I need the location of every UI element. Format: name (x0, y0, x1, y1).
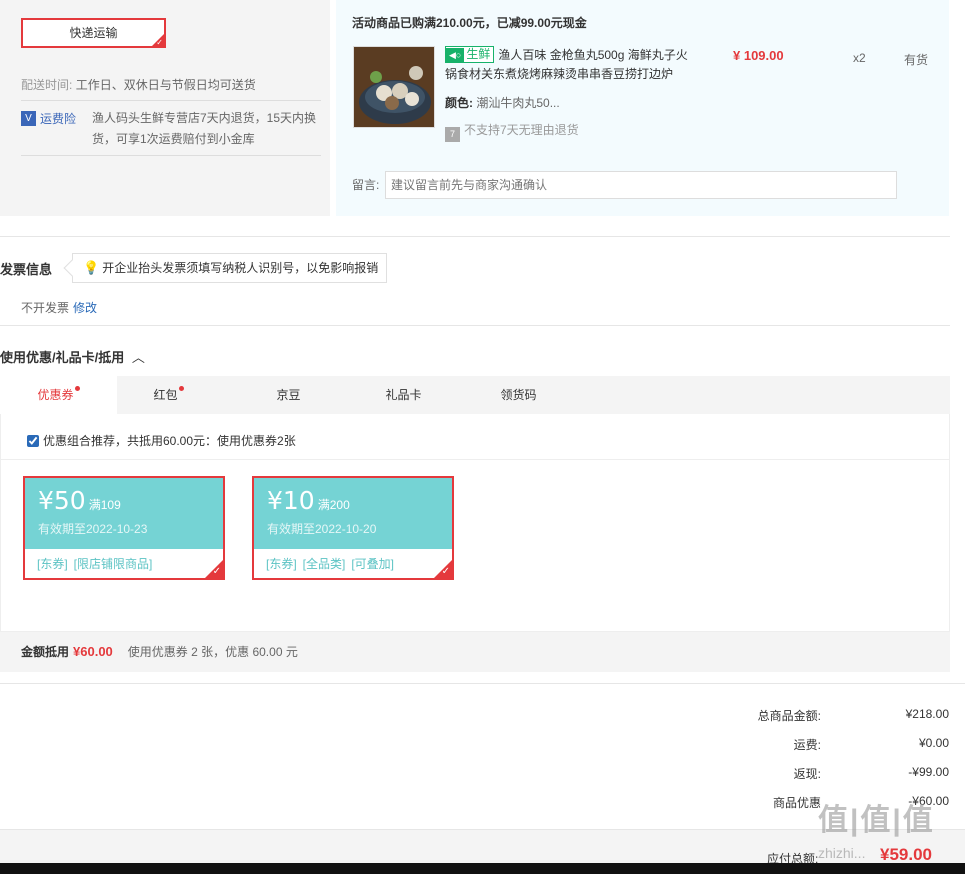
total-row-label: 运费: (793, 738, 821, 752)
bottom-edge (0, 863, 965, 874)
product-title[interactable]: ◀○ 生鲜 渔人百味 金枪鱼丸500g 海鲜丸子火锅食材关东煮烧烤麻辣烫串串香豆捞打… (445, 46, 695, 84)
total-row-label: 商品优惠 (772, 796, 821, 810)
product-section: 活动商品已购满210.00元，已减99.00元现金 ◀○ 生鲜 渔人百味 金枪鱼丸5… (336, 0, 949, 216)
message-input[interactable] (385, 171, 897, 199)
color-label: 颜色: (445, 96, 473, 110)
watermark-logo: 值|值|值 zhizhi... (818, 795, 958, 865)
total-row-value: ¥0.00 (918, 736, 949, 750)
total-row-label: 总商品金额: (757, 709, 821, 723)
product-price: ¥ 109.00 (733, 48, 784, 63)
coupon-tags: [东券] [限店铺限商品] (25, 549, 223, 572)
shipping-section: 快递运输 ✓ 配送时间: 工作日、双休日与节假日均可送货 V 运费险 渔人码头生… (0, 0, 330, 216)
insurance-name[interactable]: 运费险 (40, 110, 76, 127)
lightbulb-icon: 💡 (83, 260, 100, 275)
tab-label: 红包 (153, 388, 178, 402)
tab-label: 京豆 (276, 388, 301, 402)
shipping-method-button[interactable]: 快递运输 ✓ (21, 18, 166, 48)
coupon-tag: [东券] (37, 557, 68, 571)
product-image[interactable] (353, 46, 435, 128)
product-quantity: x2 (853, 51, 866, 65)
notification-dot (74, 386, 80, 391)
tooltip-arrow (63, 259, 81, 277)
tab-jd-beans[interactable]: 京豆 (230, 376, 347, 414)
fresh-tag: ◀○ 生鲜 (445, 46, 495, 63)
tab-coupon[interactable]: 优惠券 (0, 376, 117, 414)
tab-label: 领货码 (500, 388, 537, 402)
invoice-value-text: 不开发票 (21, 301, 70, 315)
no-return-notice: 7 不支持7天无理由退货 (445, 121, 579, 142)
coupon-amount: ¥50 (38, 486, 86, 515)
delivery-time-value: 工作日、双休日与节假日均可送货 (75, 78, 256, 92)
coupon-section-title-text: 使用优惠/礼品卡/抵用 (0, 350, 125, 365)
fish-icon: ◀○ (446, 48, 465, 62)
coupon-amount: ¥10 (267, 486, 315, 515)
tab-label: 优惠券 (37, 388, 74, 402)
divider (1, 459, 949, 460)
total-row-value: -¥99.00 (908, 765, 949, 779)
divider (0, 325, 950, 326)
coupon-summary-desc: 使用优惠券 2 张，优惠 60.00 元 (127, 645, 298, 659)
coupon-expiry: 有效期至2022-10-20 (267, 522, 377, 536)
tab-red-packet[interactable]: 红包 (110, 376, 227, 414)
checkmark-icon: ✓ (441, 566, 450, 577)
color-value: 潮汕牛肉丸50... (476, 96, 560, 110)
watermark-text: 值|值|值 (818, 804, 935, 837)
promo-text: 活动商品已购满210.00元，已减99.00元现金 (352, 16, 587, 30)
divider (21, 155, 321, 156)
coupon-head: ¥50 满109 有效期至2022-10-23 (25, 478, 223, 549)
chevron-up-icon: ︿ (131, 350, 145, 365)
invoice-tip: 💡 开企业抬头发票须填写纳税人识别号，以免影响报销 (63, 253, 387, 283)
notification-dot (178, 386, 184, 391)
total-row: 总商品金额: ¥218.00 (709, 707, 949, 727)
checkmark-icon: ✓ (156, 38, 163, 47)
tab-gift-card[interactable]: 礼品卡 (345, 376, 462, 414)
coupon-card[interactable]: ¥10 满200 有效期至2022-10-20 [东券] [全品类] [可叠加] ✓ (252, 476, 454, 580)
total-row-value: ¥218.00 (905, 707, 949, 721)
product-color: 颜色: 潮汕牛肉丸50... (445, 94, 560, 111)
divider (21, 100, 321, 101)
shipping-method-label: 快递运输 (69, 26, 118, 40)
fresh-tag-label: 生鲜 (466, 47, 491, 61)
coupon-summary-label: 金额抵用 (21, 645, 70, 659)
recommend-combo[interactable]: 优惠组合推荐，共抵用60.00元：使用优惠券2张 (27, 432, 296, 449)
delivery-time-label: 配送时间: (21, 78, 73, 92)
divider (0, 683, 965, 684)
divider (0, 236, 950, 237)
insurance-description: 渔人码头生鲜专营店7天内退货，15天内换货，可享1次运费赔付到小金库 (92, 111, 317, 146)
coupon-card[interactable]: ¥50 满109 有效期至2022-10-23 [东券] [限店铺限商品] ✓ (23, 476, 225, 580)
no-return-text: 不支持7天无理由退货 (464, 123, 579, 137)
coupon-tags: [东券] [全品类] [可叠加] (254, 549, 452, 572)
invoice-tip-text: 开企业抬头发票须填写纳税人识别号，以免影响报销 (102, 261, 379, 275)
coupon-panel: 优惠组合推荐，共抵用60.00元：使用优惠券2张 ¥50 满109 有效期至202… (0, 414, 950, 632)
delivery-time: 配送时间: 工作日、双休日与节假日均可送货 (21, 76, 256, 93)
coupon-summary: 金额抵用 ¥60.00 使用优惠券 2 张，优惠 60.00 元 (0, 632, 950, 672)
coupon-tag: [限店铺限商品] (73, 557, 153, 571)
message-label: 留言: (352, 178, 380, 192)
coupon-tag: [可叠加] (351, 557, 395, 571)
coupon-condition: 满109 (88, 498, 121, 512)
total-row: 运费: ¥0.00 (709, 736, 949, 756)
invoice-edit-link[interactable]: 修改 (73, 301, 97, 315)
coupon-tabs: 优惠券 红包 京豆 礼品卡 领货码 (0, 376, 950, 414)
recommend-checkbox[interactable] (27, 435, 39, 447)
invoice-value: 不开发票 修改 (21, 299, 97, 316)
watermark-subtext: zhizhi... (818, 845, 866, 861)
invoice-title: 发票信息 (0, 262, 53, 277)
stock-status: 有货 (904, 53, 929, 67)
shield-icon: V (21, 111, 36, 126)
coupon-section-title[interactable]: 使用优惠/礼品卡/抵用 ︿ (0, 347, 145, 366)
coupon-expiry: 有效期至2022-10-23 (38, 522, 148, 536)
coupon-condition: 满200 (317, 498, 350, 512)
total-row-label: 返现: (793, 767, 821, 781)
total-row: 返现: -¥99.00 (709, 765, 949, 785)
no-return-icon: 7 (445, 127, 460, 142)
coupon-summary-amount: ¥60.00 (73, 644, 113, 659)
recommend-text: 优惠组合推荐，共抵用60.00元：使用优惠券2张 (43, 434, 296, 448)
coupon-head: ¥10 满200 有效期至2022-10-20 (254, 478, 452, 549)
tab-label: 礼品卡 (385, 388, 422, 402)
tab-redeem-code[interactable]: 领货码 (460, 376, 577, 414)
checkmark-icon: ✓ (212, 566, 221, 577)
coupon-tag: [全品类] (302, 557, 346, 571)
coupon-tag: [东券] (266, 557, 297, 571)
